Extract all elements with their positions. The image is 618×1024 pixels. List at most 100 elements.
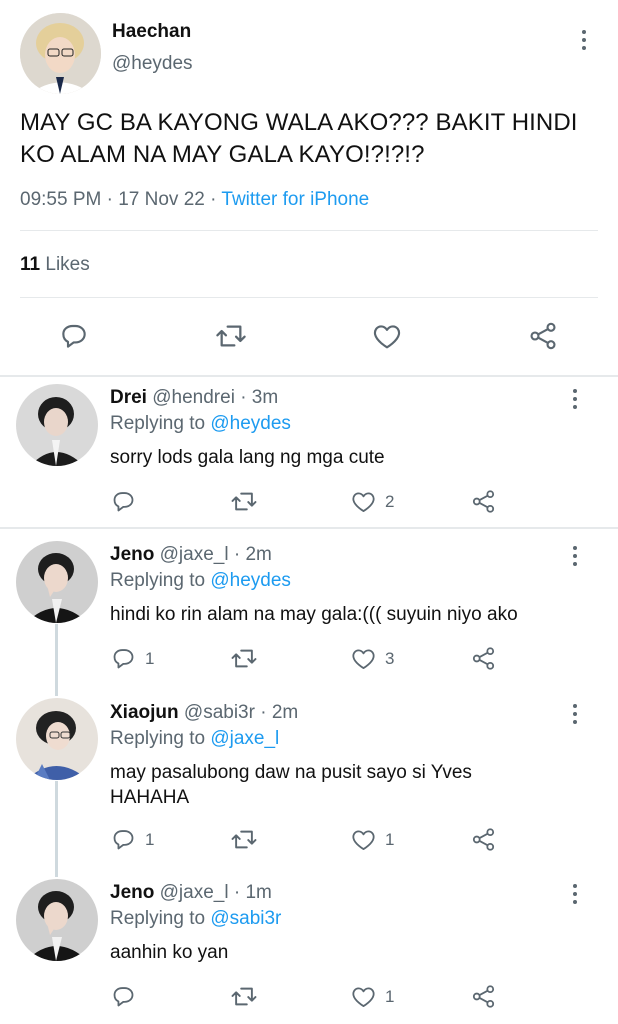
reply-button[interactable]: [110, 488, 145, 515]
reply-author-handle[interactable]: @jaxe_l: [160, 882, 229, 903]
like-button[interactable]: 1: [350, 826, 394, 853]
share-button[interactable]: [527, 320, 559, 352]
more-vertical-icon[interactable]: [572, 389, 578, 413]
like-count: 1: [385, 986, 395, 1006]
like-button[interactable]: [371, 320, 403, 352]
tweet-text: MAY GC BA KAYONG WALA AKO??? BAKIT HINDI…: [20, 109, 578, 168]
share-button[interactable]: [470, 826, 497, 853]
reply-count: 1: [145, 648, 155, 668]
reply-author-handle[interactable]: @jaxe_l: [160, 544, 229, 565]
tweet-time: 09:55 PM: [20, 189, 102, 210]
likes-number: 11: [20, 254, 41, 275]
replying-to-link[interactable]: @heydes: [210, 570, 291, 591]
retweet-button[interactable]: [229, 983, 267, 1010]
reply-avatar[interactable]: [16, 384, 98, 466]
reply-text: sorry lods gala lang ng mga cute: [110, 447, 385, 468]
like-icon: [352, 649, 375, 669]
reply-header: Xiaojun @sabi3r · 2m: [110, 702, 298, 724]
replying-to: Replying to @heydes: [110, 570, 291, 592]
reply-header: Jeno @jaxe_l · 1m: [110, 882, 272, 904]
reply-time: · 1m: [233, 882, 272, 903]
more-vertical-icon[interactable]: [581, 30, 587, 54]
like-icon: [352, 830, 375, 850]
like-icon: [352, 492, 375, 512]
like-button[interactable]: 1: [350, 983, 394, 1010]
more-vertical-icon[interactable]: [572, 704, 578, 728]
share-icon: [472, 828, 495, 851]
likes-count[interactable]: 11 Likes: [20, 254, 90, 276]
reply-tweet[interactable]: Jeno @jaxe_l · 2m Replying to @heydes hi…: [0, 529, 618, 687]
replying-to: Replying to @sabi3r: [110, 908, 281, 930]
retweet-button[interactable]: [229, 488, 267, 515]
reply-avatar[interactable]: [16, 698, 98, 780]
reply-tweet[interactable]: Jeno @jaxe_l · 1m Replying to @sabi3r aa…: [0, 867, 618, 1024]
reply-author-name[interactable]: Drei: [110, 387, 147, 408]
reply-icon: [113, 830, 134, 850]
retweet-icon: [231, 987, 257, 1006]
tweet-source-link[interactable]: Twitter for iPhone: [221, 189, 369, 210]
share-icon: [472, 647, 495, 670]
replying-prefix: Replying to: [110, 728, 206, 749]
likes-label: Likes: [45, 254, 90, 275]
reply-button[interactable]: 1: [110, 826, 154, 853]
share-button[interactable]: [470, 645, 497, 672]
reply-tweet[interactable]: Drei @hendrei · 3m Replying to @heydes s…: [0, 377, 618, 527]
share-icon: [472, 490, 495, 513]
reply-header: Drei @hendrei · 3m: [110, 387, 278, 409]
share-button[interactable]: [470, 488, 497, 515]
more-vertical-icon[interactable]: [572, 546, 578, 570]
like-button[interactable]: 2: [350, 488, 394, 515]
replying-prefix: Replying to: [110, 413, 206, 434]
reply-author-name[interactable]: Xiaojun: [110, 702, 179, 723]
reply-author-handle[interactable]: @sabi3r: [184, 702, 255, 723]
like-button[interactable]: 3: [350, 645, 394, 672]
share-button[interactable]: [470, 983, 497, 1010]
tweet-meta: 09:55 PM · 17 Nov 22 · Twitter for iPhon…: [20, 189, 369, 211]
like-count: 2: [385, 491, 395, 511]
author-avatar[interactable]: [20, 13, 101, 94]
reply-author-handle[interactable]: @hendrei: [152, 387, 235, 408]
reply-icon: [62, 324, 86, 348]
more-vertical-icon[interactable]: [572, 884, 578, 908]
reply-header: Jeno @jaxe_l · 2m: [110, 544, 272, 566]
replying-to-link[interactable]: @jaxe_l: [210, 728, 279, 749]
like-count: 3: [385, 648, 395, 668]
divider: [20, 297, 598, 298]
retweet-button[interactable]: [229, 826, 267, 853]
author-handle[interactable]: @heydes: [112, 53, 193, 75]
tweet-date: 17 Nov 22: [118, 189, 205, 210]
reply-icon: [113, 649, 134, 669]
retweet-icon: [231, 492, 257, 511]
meta-separator: ·: [106, 189, 113, 210]
reply-tweet[interactable]: Xiaojun @sabi3r · 2m Replying to @jaxe_l…: [0, 687, 618, 867]
reply-button[interactable]: 1: [110, 645, 154, 672]
reply-button[interactable]: [110, 983, 145, 1010]
replying-to: Replying to @heydes: [110, 413, 291, 435]
retweet-icon: [231, 830, 257, 849]
reply-author-name[interactable]: Jeno: [110, 882, 154, 903]
divider: [20, 230, 598, 231]
replying-to-link[interactable]: @sabi3r: [210, 908, 281, 929]
reply-avatar[interactable]: [16, 879, 98, 961]
replying-prefix: Replying to: [110, 908, 206, 929]
retweet-button[interactable]: [213, 320, 249, 352]
reply-time: · 2m: [260, 702, 299, 723]
reply-avatar[interactable]: [16, 541, 98, 623]
reply-button[interactable]: [58, 320, 90, 352]
reply-text: may pasalubong daw na pusit sayo si Yves…: [110, 762, 472, 808]
like-count: 1: [385, 829, 395, 849]
reply-count: 1: [145, 829, 155, 849]
reply-time: · 2m: [233, 544, 272, 565]
reply-author-name[interactable]: Jeno: [110, 544, 154, 565]
replying-prefix: Replying to: [110, 570, 206, 591]
share-icon: [530, 322, 556, 350]
retweet-icon: [231, 649, 257, 668]
author-name[interactable]: Haechan: [112, 21, 191, 43]
retweet-button[interactable]: [229, 645, 267, 672]
reply-icon: [113, 987, 134, 1007]
like-icon: [352, 987, 375, 1007]
main-tweet: Haechan @heydes MAY GC BA KAYONG WALA AK…: [0, 0, 618, 376]
replying-to: Replying to @jaxe_l: [110, 728, 279, 750]
replying-to-link[interactable]: @heydes: [210, 413, 291, 434]
reply-time: · 3m: [240, 387, 279, 408]
